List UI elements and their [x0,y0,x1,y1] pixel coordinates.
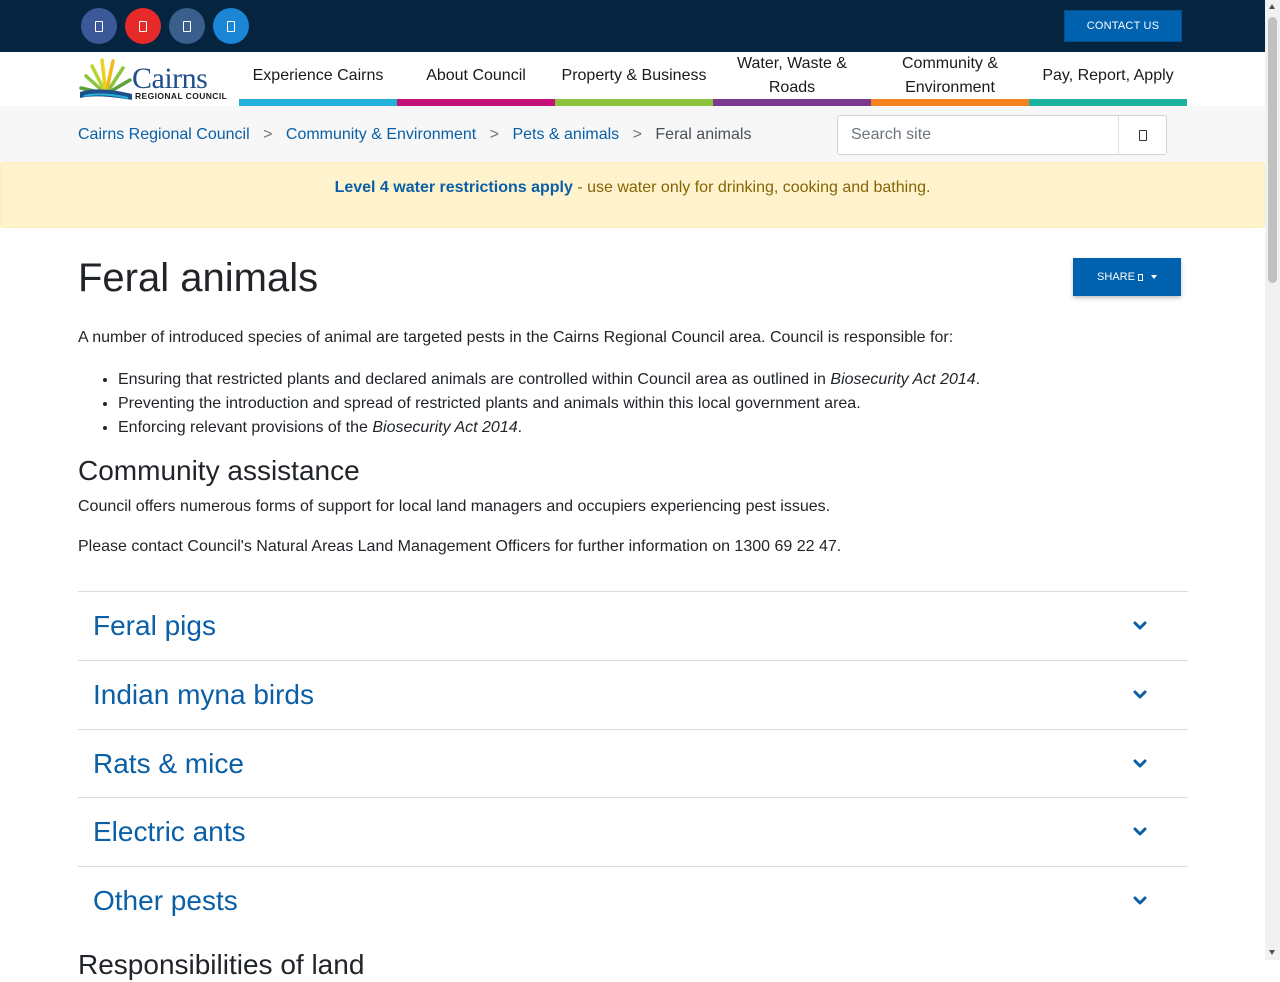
share-button[interactable]: SHARE [1073,258,1181,296]
nav-label: Experience Cairns [252,67,384,84]
nav-pay-report-apply[interactable]: Pay, Report, Apply [1029,52,1187,106]
chevron-down-icon [1133,621,1147,630]
list-item: Preventing the introduction and spread o… [118,392,980,416]
section-heading-community-assistance: Community assistance [78,455,360,486]
nav-label: Property & Business [561,67,707,84]
nav-about-council[interactable]: About Council [397,52,555,106]
nav-water-waste-roads[interactable]: Water, Waste & Roads [713,52,871,106]
page-title: Feral animals [78,256,319,300]
chevron-down-icon [1133,827,1147,836]
share-icon [1137,273,1143,281]
breadcrumb-row: Cairns Regional Council > Community & En… [0,106,1265,162]
chevron-down-icon [1133,690,1147,699]
intro-paragraph: A number of introduced species of animal… [78,329,954,346]
top-bar: CONTACT US [0,0,1265,52]
twitter-icon [227,20,235,32]
nav-label: Community & Environment [901,55,999,96]
nav-experience-cairns[interactable]: Experience Cairns [239,52,397,106]
nav-label: About Council [426,67,526,84]
nav-label: Pay, Report, Apply [1042,67,1174,84]
scroll-up-arrow-icon[interactable] [1269,4,1275,9]
page-scrollbar[interactable] [1265,0,1280,960]
instagram-icon [183,20,191,32]
nav-color-bar [1029,99,1187,106]
water-restrictions-alert: Level 4 water restrictions apply - use w… [0,162,1265,228]
sunburst-logo-icon [79,58,132,100]
accordion-item-rats-mice[interactable]: Rats & mice [78,730,1188,799]
search-box [837,115,1167,155]
main-header: Cairns REGIONAL COUNCIL Experience Cairn… [0,52,1265,106]
twitter-link[interactable] [213,8,249,44]
list-item: Ensuring that restricted plants and decl… [118,368,980,392]
list-item: Enforcing relevant provisions of the Bio… [118,416,980,440]
chevron-down-icon [1133,896,1147,905]
chevron-down-icon [1133,759,1147,768]
youtube-icon [139,20,147,32]
breadcrumb-separator: > [489,126,499,143]
nav-property-business[interactable]: Property & Business [555,52,713,106]
facebook-icon [95,20,103,32]
nav-color-bar [555,99,713,106]
logo-subtitle: REGIONAL COUNCIL [135,91,228,101]
accordion-title: Indian myna birds [93,678,315,710]
search-icon [1138,129,1147,141]
nav-color-bar [871,99,1029,106]
support-paragraph: Council offers numerous forms of support… [78,498,831,515]
nav-color-bar [713,99,871,106]
caret-down-icon [1150,275,1157,279]
responsibilities-list: Ensuring that restricted plants and decl… [78,368,980,440]
pests-accordion: Feral pigs Indian myna birds Rats & mice… [78,591,1188,936]
breadcrumb-separator: > [632,126,642,143]
breadcrumb-current: Feral animals [655,126,752,143]
logo-wordmark: Cairns [132,62,208,95]
contact-us-button[interactable]: CONTACT US [1064,10,1182,42]
search-button[interactable] [1118,116,1166,154]
alert-link[interactable]: Level 4 water restrictions apply [335,179,573,196]
facebook-link[interactable] [81,8,117,44]
search-input[interactable] [838,116,1118,154]
scrollbar-thumb[interactable] [1268,17,1277,283]
accordion-item-other-pests[interactable]: Other pests [78,867,1188,936]
breadcrumb-separator: > [263,126,273,143]
breadcrumb-link-pets[interactable]: Pets & animals [512,126,619,143]
accordion-item-indian-myna-birds[interactable]: Indian myna birds [78,661,1188,730]
scroll-down-arrow-icon[interactable] [1269,950,1275,955]
accordion-item-feral-pigs[interactable]: Feral pigs [78,592,1188,661]
nav-color-bar [397,99,555,106]
accordion-title: Feral pigs [93,610,216,641]
instagram-link[interactable] [169,8,205,44]
accordion-item-electric-ants[interactable]: Electric ants [78,798,1188,868]
nav-color-bar [239,99,397,106]
breadcrumb-link-home[interactable]: Cairns Regional Council [78,126,250,143]
alert-text: - use water only for drinking, cooking a… [572,179,931,196]
contact-paragraph: Please contact Council's Natural Areas L… [78,538,842,555]
breadcrumb: Cairns Regional Council > Community & En… [78,126,751,144]
accordion-title: Rats & mice [93,747,244,779]
youtube-link[interactable] [125,8,161,44]
accordion-title: Electric ants [93,816,246,848]
breadcrumb-link-community[interactable]: Community & Environment [286,126,476,143]
share-label: SHARE [1097,271,1135,283]
cairns-logo[interactable]: Cairns REGIONAL COUNCIL [78,56,227,102]
accordion-title: Other pests [93,885,238,917]
section-heading-responsibilities: Responsibilities of land [78,949,365,980]
nav-community-environment[interactable]: Community & Environment [871,52,1029,106]
nav-label: Water, Waste & Roads [737,55,847,96]
